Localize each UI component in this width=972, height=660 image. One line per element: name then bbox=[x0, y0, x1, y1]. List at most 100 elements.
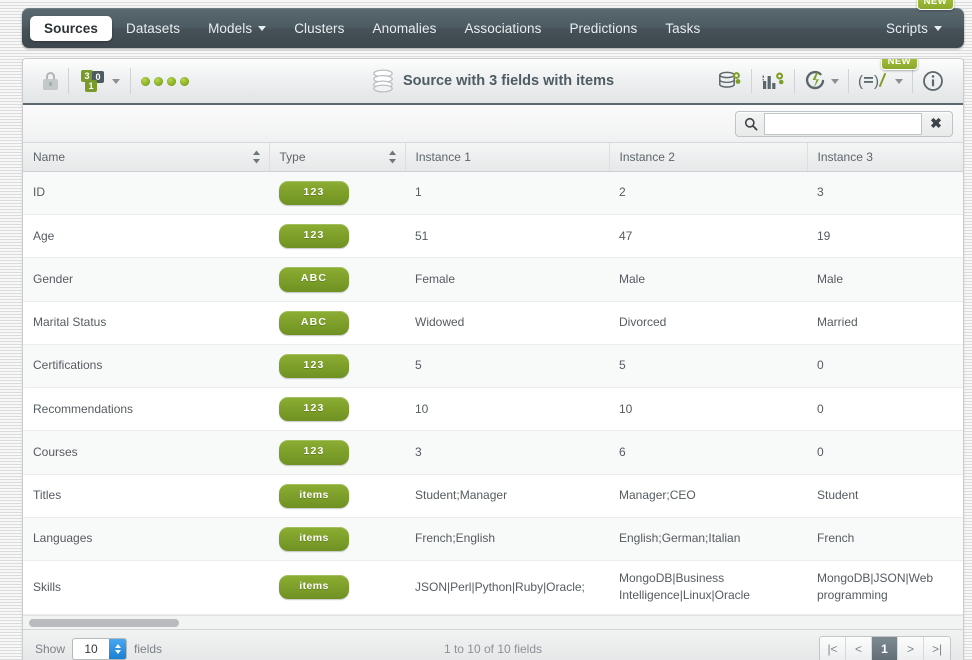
cell-field-name: Gender bbox=[23, 257, 269, 302]
table-row[interactable]: Skills items JSON|Perl|Python|Ruby|Oracle;… bbox=[23, 560, 963, 615]
pager-last[interactable]: >| bbox=[924, 637, 950, 660]
table-row[interactable]: Gender ABC Female Male Male bbox=[23, 257, 963, 302]
cell-field-type: ABC bbox=[269, 257, 405, 302]
page-size-value: 10 bbox=[84, 642, 98, 657]
cell-instance-3: 0 bbox=[807, 430, 963, 475]
type-badge: items bbox=[279, 526, 349, 551]
scripts-menu[interactable]: NEW Scripts bbox=[872, 0, 954, 41]
fields-label: fields bbox=[134, 642, 163, 657]
search-input[interactable] bbox=[764, 112, 922, 135]
search-icon[interactable] bbox=[738, 113, 764, 135]
cell-instance-1: Female bbox=[405, 257, 609, 302]
cell-field-type: 123 bbox=[269, 387, 405, 432]
cell-instance-2: 10 bbox=[609, 387, 807, 432]
column-header-name[interactable]: Name bbox=[23, 143, 270, 172]
table-row[interactable]: Titles items Student;Manager Manager;CEO Stu… bbox=[23, 474, 963, 518]
count-items: 1 bbox=[85, 80, 97, 92]
cell-instance-1: 51 bbox=[405, 214, 609, 259]
script-formula-icon[interactable]: NEW ( ) bbox=[849, 58, 918, 96]
type-badge: 123 bbox=[279, 224, 349, 249]
svg-text:): ) bbox=[874, 73, 879, 90]
page-size-stepper[interactable]: 10 bbox=[72, 638, 128, 660]
cell-instance-1: Student;Manager bbox=[405, 474, 609, 518]
nav-item-tasks[interactable]: Tasks bbox=[651, 16, 714, 41]
cell-instance-1: 1 bbox=[405, 171, 609, 216]
column-header-label: Instance 1 bbox=[415, 150, 471, 164]
table-footer: Show 10 fields 1 to 10 of 10 fields |< <1… bbox=[23, 628, 963, 660]
status-dot bbox=[154, 76, 163, 86]
cell-field-name: Marital Status bbox=[23, 301, 269, 345]
nav-item-sources[interactable]: Sources bbox=[30, 15, 112, 41]
table-row[interactable]: Marital Status ABC Widowed Divorced Married bbox=[23, 301, 963, 345]
nav-item-datasets[interactable]: Datasets bbox=[112, 16, 194, 41]
type-badge: ABC bbox=[279, 267, 349, 292]
pager-next[interactable]: > bbox=[898, 637, 924, 660]
cell-instance-1: 10 bbox=[405, 387, 609, 432]
chevron-down-icon bbox=[831, 78, 839, 84]
create-dataset-icon[interactable] bbox=[709, 66, 751, 96]
cell-field-name: Titles bbox=[23, 474, 269, 518]
clear-icon[interactable]: ✖ bbox=[922, 113, 950, 135]
cell-instance-1: 5 bbox=[405, 344, 609, 389]
nav-item-label: Models bbox=[208, 20, 253, 36]
status-dot bbox=[180, 76, 189, 86]
cell-instance-1: Widowed bbox=[405, 301, 609, 345]
pager-first[interactable]: |< bbox=[820, 637, 846, 660]
column-header-label: Type bbox=[279, 150, 306, 164]
status-dots bbox=[141, 76, 189, 86]
nav-item-label: Associations bbox=[464, 20, 542, 36]
stepper-arrows-icon[interactable] bbox=[109, 639, 127, 660]
cell-instance-3: Male bbox=[807, 257, 963, 302]
cell-instance-3: Married bbox=[807, 301, 963, 345]
cell-instance-2: Divorced bbox=[609, 301, 807, 345]
nav-item-clusters[interactable]: Clusters bbox=[280, 16, 358, 41]
column-header-instance-2[interactable]: Instance 2 bbox=[609, 143, 808, 172]
cell-instance-3: 19 bbox=[807, 214, 963, 259]
divider bbox=[130, 68, 131, 94]
pager-prev[interactable]: < bbox=[846, 637, 872, 660]
scrollbar-thumb[interactable] bbox=[29, 618, 179, 627]
nav-item-scripts[interactable]: Scripts bbox=[872, 16, 946, 41]
table-row[interactable]: Languages items French;English English;Germ… bbox=[23, 517, 963, 561]
table-row[interactable]: Courses 123 3 6 0 bbox=[23, 430, 963, 475]
nav-item-anomalies[interactable]: Anomalies bbox=[359, 16, 451, 41]
source-panel: 3 0 1 Source with 3 fields with items NE… bbox=[22, 58, 964, 660]
cell-instance-2: Manager;CEO bbox=[609, 474, 807, 518]
info-icon[interactable] bbox=[913, 66, 953, 96]
chevron-down-icon bbox=[895, 78, 903, 84]
panel-header-tools: NEW ( ) bbox=[709, 58, 953, 96]
table-row[interactable]: ID 123 1 2 3 bbox=[23, 171, 963, 216]
page-title: Source with 3 fields with items bbox=[402, 73, 615, 89]
nav-item-label: Predictions bbox=[569, 20, 638, 36]
horizontal-scrollbar[interactable] bbox=[23, 614, 963, 629]
column-header-label: Instance 2 bbox=[619, 150, 675, 164]
cell-instance-3: 0 bbox=[807, 344, 963, 389]
cell-instance-2: English;German;Italian bbox=[609, 517, 807, 561]
app-root: Sources Datasets Models Clusters Anomalies As… bbox=[0, 0, 972, 660]
field-type-counts-icon[interactable]: 3 0 1 bbox=[79, 70, 120, 92]
pagination: |< <1 > >| bbox=[819, 636, 951, 660]
table-header-row: Name Type Instance 1 Instance 2 Instance 3 bbox=[23, 143, 963, 172]
cell-field-type: 123 bbox=[269, 430, 405, 475]
cell-instance-3: 0 bbox=[807, 387, 963, 432]
table-row[interactable]: Recommendations 123 10 10 0 bbox=[23, 387, 963, 432]
cell-instance-2: 6 bbox=[609, 430, 807, 475]
column-header-type[interactable]: Type bbox=[269, 143, 406, 172]
nav-item-predictions[interactable]: Predictions bbox=[555, 16, 651, 41]
column-header-instance-1[interactable]: Instance 1 bbox=[405, 143, 610, 172]
cell-instance-2: 47 bbox=[609, 214, 807, 259]
cell-field-type: ABC bbox=[269, 301, 405, 345]
panel-header: 3 0 1 Source with 3 fields with items NE… bbox=[23, 58, 963, 105]
pager-page-1[interactable]: 1 bbox=[872, 637, 898, 660]
table-row[interactable]: Age 123 51 47 19 bbox=[23, 214, 963, 259]
nav-item-models[interactable]: Models bbox=[194, 16, 280, 41]
lock-icon[interactable] bbox=[43, 72, 58, 90]
cell-field-type: 123 bbox=[269, 214, 405, 259]
column-header-instance-3[interactable]: Instance 3 bbox=[807, 143, 963, 172]
nav-item-associations[interactable]: Associations bbox=[450, 16, 555, 41]
table-row[interactable]: Certifications 123 5 5 0 bbox=[23, 344, 963, 389]
source-chart-icon[interactable] bbox=[752, 66, 794, 96]
cell-field-name: Recommendations bbox=[23, 387, 269, 432]
quick-action-icon[interactable] bbox=[795, 66, 848, 96]
search-group: ✖ bbox=[735, 110, 953, 137]
